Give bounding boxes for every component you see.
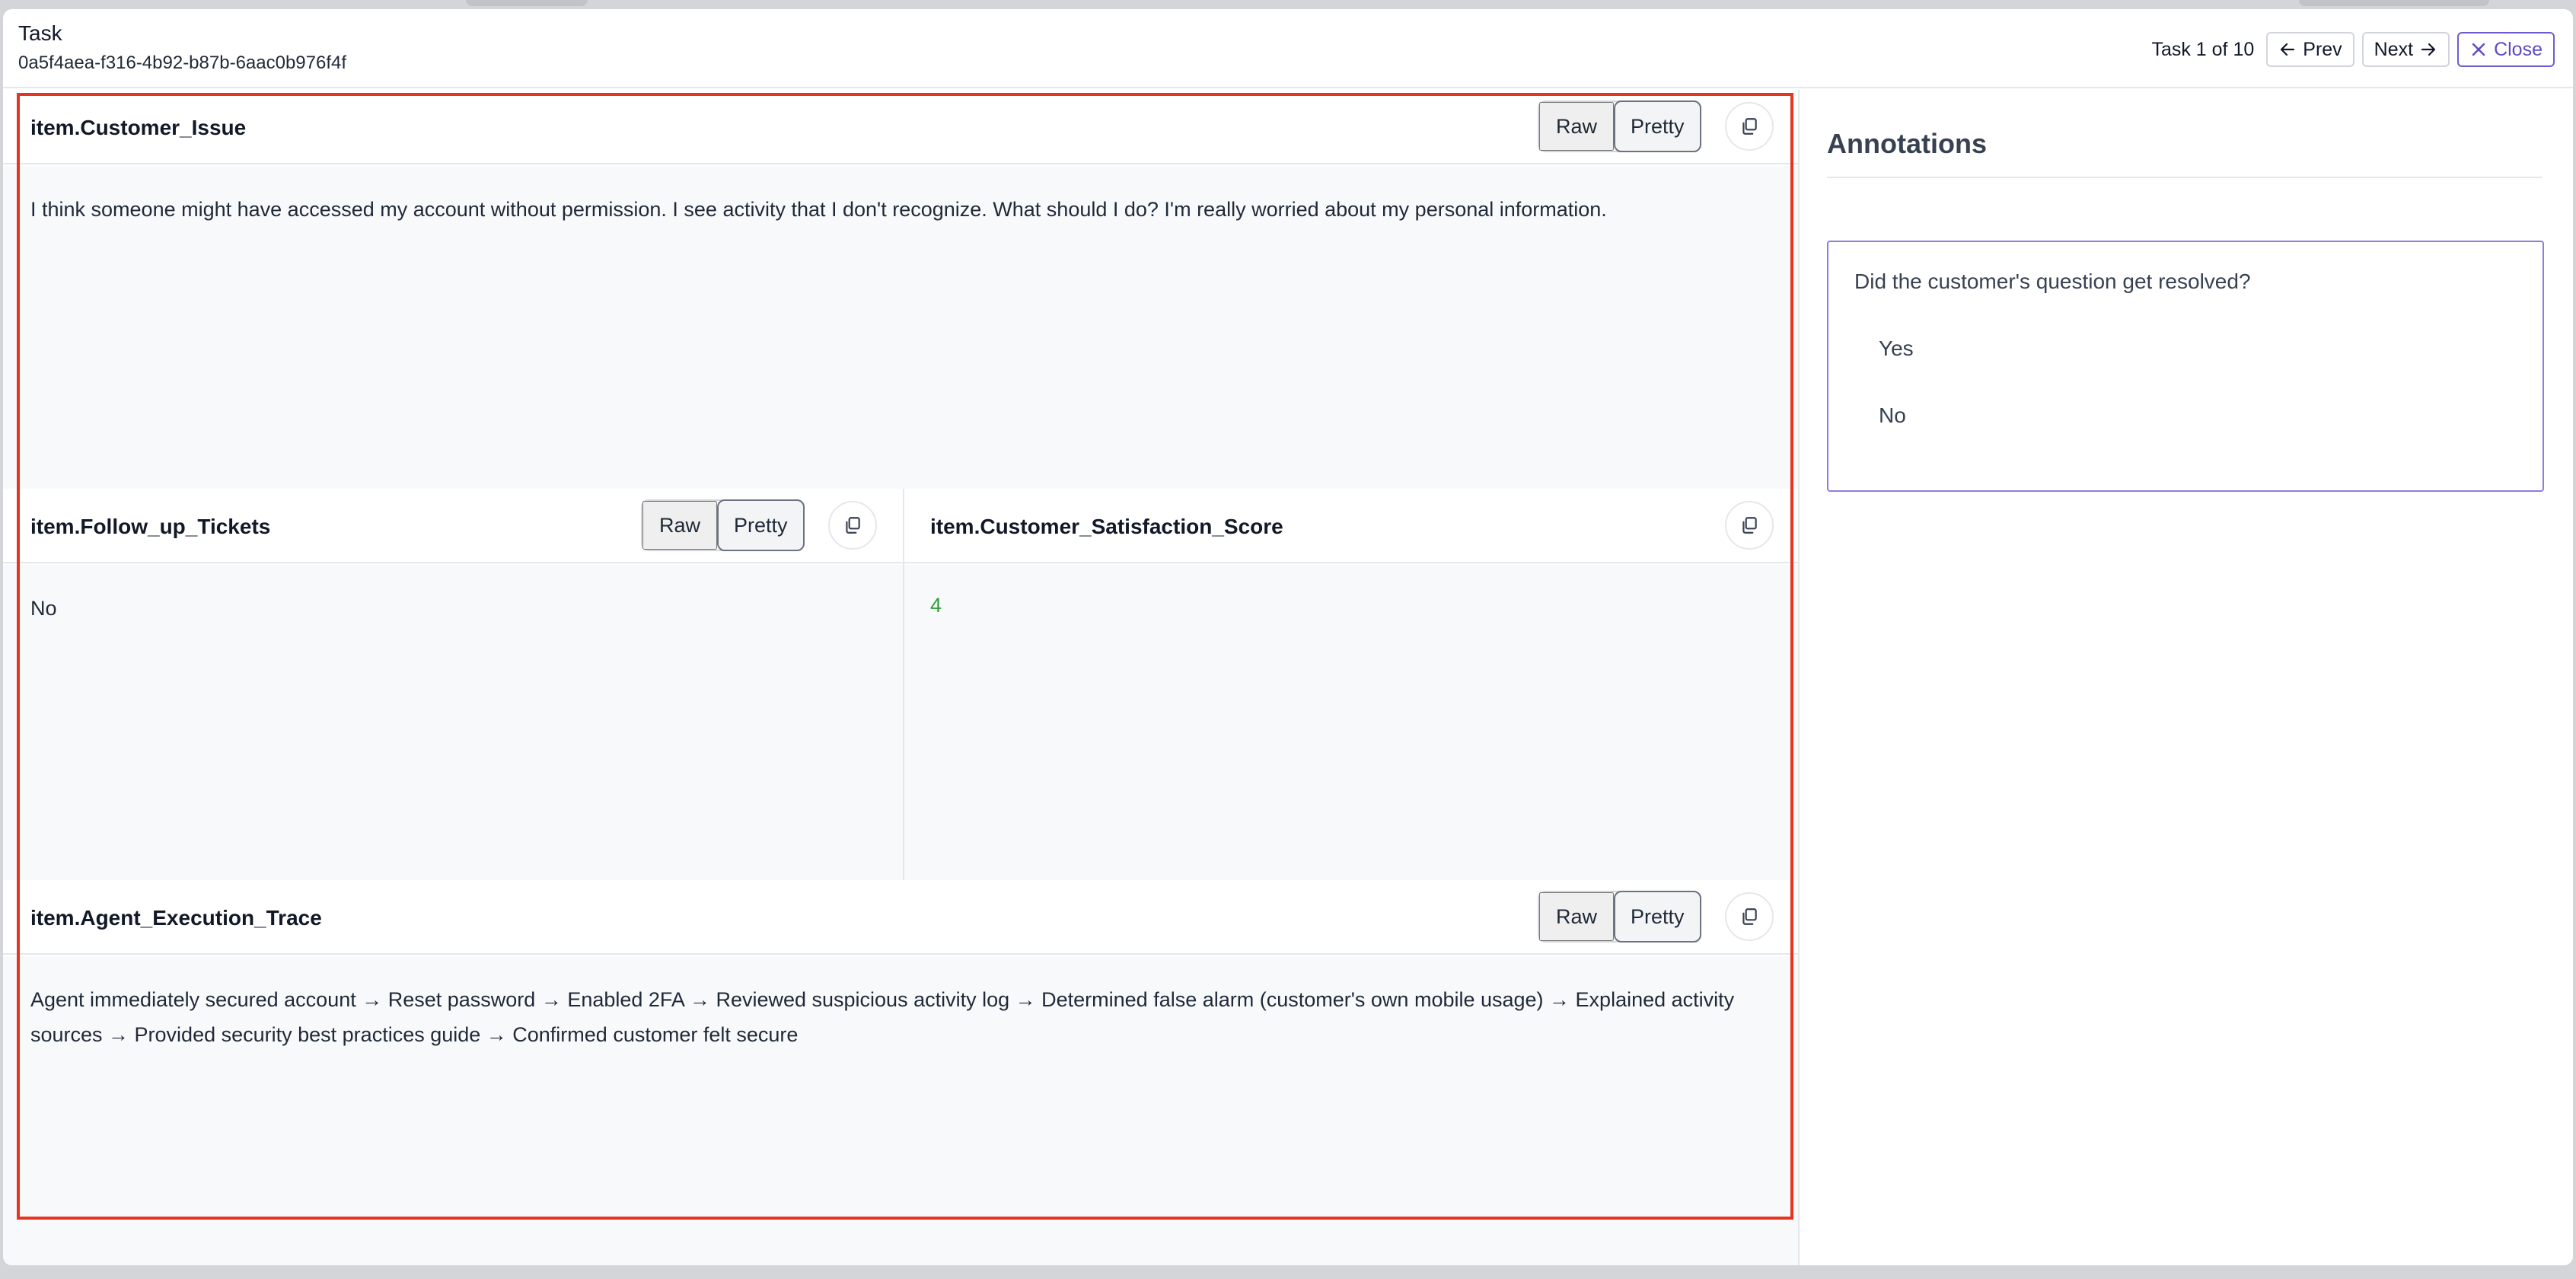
column-divider	[903, 489, 904, 880]
field-label: item.Agent_Execution_Trace	[30, 906, 322, 930]
close-icon	[2472, 43, 2485, 56]
close-label: Close	[2494, 38, 2543, 60]
field-value: No	[30, 597, 57, 620]
view-toggle: Raw Pretty	[1538, 100, 1701, 152]
annotations-divider	[1827, 177, 2543, 178]
pretty-toggle-button[interactable]: Pretty	[1614, 891, 1701, 943]
panel-body: Agent immediately secured account → Rese…	[3, 956, 1798, 1265]
panel-header: item.Customer_Issue Raw Pretty	[3, 90, 1798, 164]
score-value: 4	[930, 594, 942, 617]
backdrop-button-hint	[2299, 0, 2489, 6]
panel-body: I think someone might have accessed my a…	[3, 166, 1798, 489]
copy-button[interactable]	[1725, 102, 1774, 151]
raw-toggle-button[interactable]: Raw	[1539, 892, 1615, 941]
field-label: item.Customer_Satisfaction_Score	[930, 515, 1283, 538]
prev-button[interactable]: Prev	[2266, 32, 2354, 67]
prev-label: Prev	[2303, 38, 2342, 60]
task-modal: Task 0a5f4aea-f316-4b92-b87b-6aac0b976f4…	[3, 9, 2573, 1265]
task-counter: Task 1 of 10	[2151, 38, 2255, 60]
option-no[interactable]: No	[1879, 403, 1906, 428]
option-yes[interactable]: Yes	[1879, 336, 1914, 361]
copy-icon	[1742, 908, 1757, 925]
question-card: Did the customer's question get resolved…	[1827, 241, 2544, 492]
backdrop-tab-hint	[466, 0, 588, 6]
raw-toggle-button[interactable]: Raw	[1539, 102, 1615, 151]
view-toggle: Raw Pretty	[641, 499, 805, 551]
next-button[interactable]: Next	[2361, 32, 2450, 67]
header-navigation: Task 1 of 10 Prev Next Close	[2151, 32, 2555, 67]
pretty-toggle-button[interactable]: Pretty	[1614, 100, 1701, 152]
copy-button[interactable]	[1725, 501, 1774, 550]
panel-header: item.Agent_Execution_Trace Raw Pretty	[3, 880, 1798, 955]
panel-follow-up-tickets: item.Follow_up_Tickets Raw Pretty No	[3, 489, 903, 880]
task-id: 0a5f4aea-f316-4b92-b87b-6aac0b976f4f	[18, 53, 347, 73]
arrow-left-icon	[2281, 43, 2295, 56]
close-button[interactable]: Close	[2457, 32, 2555, 67]
copy-icon	[1742, 118, 1757, 135]
arrow-right-icon	[2421, 43, 2436, 56]
copy-icon	[846, 517, 860, 534]
panel-header: item.Follow_up_Tickets Raw Pretty	[3, 489, 903, 563]
copy-button[interactable]	[828, 501, 877, 550]
modal-header: Task 0a5f4aea-f316-4b92-b87b-6aac0b976f4…	[3, 9, 2573, 88]
data-fields-area: item.Customer_Issue Raw Pretty I think s…	[3, 90, 1798, 1265]
next-label: Next	[2374, 38, 2414, 60]
panel-header: item.Customer_Satisfaction_Score	[904, 489, 1798, 563]
view-toggle: Raw Pretty	[1538, 891, 1701, 943]
copy-button[interactable]	[1725, 892, 1774, 941]
field-label: item.Follow_up_Tickets	[30, 515, 271, 538]
copy-icon	[1742, 517, 1757, 534]
field-label: item.Customer_Issue	[30, 116, 247, 139]
panel-agent-execution-trace: item.Agent_Execution_Trace Raw Pretty Ag…	[3, 880, 1798, 1265]
annotations-panel: Annotations Did the customer's question …	[1800, 90, 2573, 1265]
question-text: Did the customer's question get resolved…	[1854, 270, 2251, 293]
panel-body: 4	[904, 565, 1798, 880]
panel-customer-issue: item.Customer_Issue Raw Pretty I think s…	[3, 90, 1798, 489]
modal-title: Task	[18, 21, 62, 45]
panel-body: No	[3, 565, 903, 880]
annotations-title: Annotations	[1827, 128, 1987, 159]
pretty-toggle-button[interactable]: Pretty	[717, 499, 805, 551]
field-value: I think someone might have accessed my a…	[30, 198, 1607, 221]
field-value: Agent immediately secured account → Rese…	[30, 988, 1735, 1046]
panel-satisfaction-score: item.Customer_Satisfaction_Score 4	[904, 489, 1798, 880]
raw-toggle-button[interactable]: Raw	[642, 501, 718, 550]
